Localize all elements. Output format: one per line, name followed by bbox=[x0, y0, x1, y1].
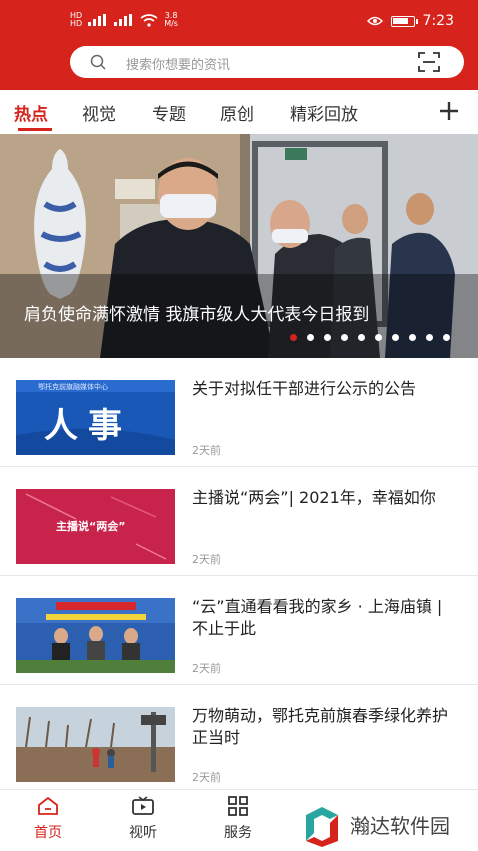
news-title[interactable]: “云”直通看看我的家乡 · 上海庙镇 | 不止于此 bbox=[192, 596, 452, 640]
nav-label: 服务 bbox=[224, 825, 252, 841]
search-icon bbox=[90, 54, 106, 70]
news-title[interactable]: 主播说“两会”| 2021年，幸福如你 bbox=[192, 487, 452, 509]
carousel-dot[interactable] bbox=[358, 334, 365, 341]
carousel-dot[interactable] bbox=[375, 334, 382, 341]
thumbnail-text: 主播说“两会” bbox=[56, 520, 126, 533]
news-time: 2天前 bbox=[192, 771, 221, 784]
news-item[interactable]: 主播说“两会” 主播说“两会”| 2021年，幸福如你 2天前 bbox=[0, 467, 478, 576]
carousel-dot[interactable] bbox=[307, 334, 314, 341]
carousel-dot[interactable] bbox=[392, 334, 399, 341]
status-bar: HD HD 3.8 M/s 7:23 bbox=[0, 0, 478, 40]
carousel-dot[interactable] bbox=[341, 334, 348, 341]
network-speed: 3.8 M/s bbox=[164, 12, 178, 28]
nav-media[interactable]: 视听 bbox=[113, 794, 173, 842]
banner-caption[interactable]: 肩负使命满怀激情 我旗市级人大代表今日报到 bbox=[24, 304, 454, 326]
news-thumbnail[interactable] bbox=[16, 598, 175, 673]
watermark-text: 瀚达软件园 bbox=[350, 814, 450, 838]
watermark-logo-icon bbox=[306, 806, 338, 847]
signal-icon-2 bbox=[114, 14, 133, 26]
add-tab-icon[interactable] bbox=[438, 100, 460, 122]
news-item[interactable]: “云”直通看看我的家乡 · 上海庙镇 | 不止于此 2天前 bbox=[0, 576, 478, 685]
nav-home[interactable]: 首页 bbox=[18, 794, 78, 842]
nav-label: 视听 bbox=[129, 825, 157, 841]
watermark: 瀚达软件园 bbox=[300, 799, 478, 850]
carousel-dot[interactable] bbox=[324, 334, 331, 341]
tab-topics[interactable]: 专题 bbox=[152, 100, 186, 125]
battery-icon bbox=[390, 15, 418, 27]
thumbnail-image bbox=[16, 598, 175, 673]
scan-icon[interactable] bbox=[418, 52, 440, 72]
news-list: 鄂托克前旗融媒体中心 人事 关于对拟任干部进行公示的公告 2天前 主播说“两会”… bbox=[0, 358, 478, 794]
clock: 7:23 bbox=[422, 13, 454, 29]
network-bottom: HD bbox=[70, 19, 83, 28]
active-tab-indicator bbox=[18, 128, 52, 131]
eye-icon bbox=[366, 16, 383, 26]
thumbnail-subtitle: 鄂托克前旗融媒体中心 bbox=[38, 383, 108, 391]
banner-carousel[interactable]: 肩负使命满怀激情 我旗市级人大代表今日报到 bbox=[0, 134, 478, 358]
news-thumbnail[interactable]: 主播说“两会” bbox=[16, 489, 175, 564]
news-title[interactable]: 关于对拟任干部进行公示的公告 bbox=[192, 378, 452, 400]
news-item[interactable]: 鄂托克前旗融媒体中心 人事 关于对拟任干部进行公示的公告 2天前 bbox=[0, 358, 478, 467]
news-item[interactable]: 万物萌动，鄂托克前旗春季绿化养护正当时 2天前 bbox=[0, 685, 478, 794]
news-thumbnail[interactable]: 鄂托克前旗融媒体中心 人事 bbox=[16, 380, 175, 455]
home-icon bbox=[38, 796, 58, 815]
news-time: 2天前 bbox=[192, 662, 221, 675]
nav-services[interactable]: 服务 bbox=[208, 794, 268, 842]
tab-visual[interactable]: 视觉 bbox=[82, 100, 116, 125]
wifi-icon bbox=[140, 13, 158, 27]
carousel-indicator bbox=[290, 334, 450, 341]
tv-icon bbox=[132, 796, 154, 815]
nav-label: 首页 bbox=[34, 825, 62, 841]
news-thumbnail[interactable] bbox=[16, 707, 175, 782]
carousel-dot[interactable] bbox=[426, 334, 433, 341]
news-time: 2天前 bbox=[192, 553, 221, 566]
tab-original[interactable]: 原创 bbox=[220, 100, 254, 125]
battery-level bbox=[392, 17, 408, 24]
news-time: 2天前 bbox=[192, 444, 221, 457]
news-title[interactable]: 万物萌动，鄂托克前旗春季绿化养护正当时 bbox=[192, 705, 452, 749]
network-indicator: HD HD bbox=[70, 12, 82, 28]
search-bar[interactable]: 搜索你想要的资讯 bbox=[70, 46, 464, 78]
carousel-dot[interactable] bbox=[290, 334, 297, 341]
header: 搜索你想要的资讯 bbox=[0, 40, 478, 90]
carousel-dot[interactable] bbox=[443, 334, 450, 341]
tab-replay[interactable]: 精彩回放 bbox=[290, 100, 358, 125]
status-right: 7:23 bbox=[366, 13, 454, 29]
search-input[interactable]: 搜索你想要的资讯 bbox=[126, 54, 230, 73]
category-tabs: 热点 视觉 专题 原创 精彩回放 bbox=[0, 90, 478, 134]
thumbnail-image bbox=[16, 707, 175, 782]
thumbnail-text: 人事 bbox=[44, 406, 132, 446]
signal-icon bbox=[88, 14, 107, 26]
speed-unit: M/s bbox=[164, 19, 178, 28]
carousel-dot[interactable] bbox=[409, 334, 416, 341]
grid-icon bbox=[228, 796, 248, 816]
status-left: HD HD 3.8 M/s bbox=[70, 12, 178, 28]
tab-hot[interactable]: 热点 bbox=[14, 100, 48, 125]
